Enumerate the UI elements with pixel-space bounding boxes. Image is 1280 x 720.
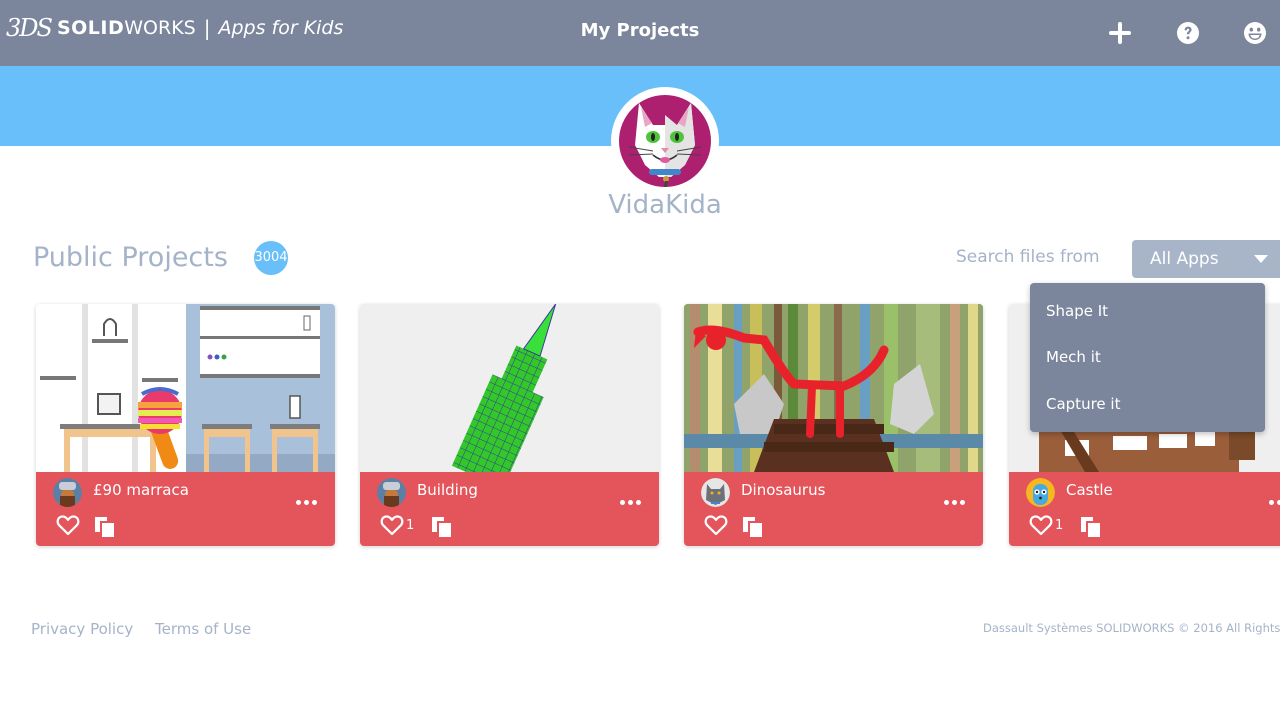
app-filter-dropdown: Shape It Mech it Capture it xyxy=(1030,283,1265,432)
card-footer: Building 1 xyxy=(360,472,659,546)
grey-cat-avatar-icon xyxy=(701,478,730,507)
project-card[interactable]: Building 1 xyxy=(360,304,659,546)
blue-robot-avatar-icon xyxy=(1026,478,1055,507)
heart-icon[interactable] xyxy=(1029,514,1053,536)
more-options-button[interactable] xyxy=(296,500,317,505)
heart-icon[interactable] xyxy=(704,514,728,536)
app-option-capture-it[interactable]: Capture it xyxy=(1046,395,1120,413)
author-avatar[interactable] xyxy=(53,478,82,507)
author-avatar[interactable] xyxy=(701,478,730,507)
more-options-button[interactable] xyxy=(944,500,965,505)
like-count: 1 xyxy=(1055,518,1064,533)
project-thumbnail-maraca[interactable] xyxy=(36,304,335,472)
profile-username: VidaKida xyxy=(608,190,722,220)
white-cat-avatar xyxy=(619,95,711,187)
top-bar: 3DS SOLID WORKS | Apps for Kids My Proje… xyxy=(0,0,1280,66)
app-filter-select[interactable]: All Apps xyxy=(1132,240,1280,278)
author-avatar[interactable] xyxy=(1026,478,1055,507)
like-count: 1 xyxy=(406,518,415,533)
project-count-badge: 3004 xyxy=(254,241,288,275)
copyright-text: Dassault Systèmes SOLIDWORKS © 2016 All … xyxy=(983,621,1280,635)
page-title: My Projects xyxy=(580,20,700,41)
help-circle-icon xyxy=(1177,22,1199,44)
more-options-button[interactable] xyxy=(620,500,641,505)
viking-avatar-icon xyxy=(53,478,82,507)
project-title[interactable]: Building xyxy=(417,481,478,499)
app-option-mech-it[interactable]: Mech it xyxy=(1046,348,1101,366)
copy-icon[interactable] xyxy=(1079,515,1103,539)
project-card[interactable]: Dinosaurus xyxy=(684,304,983,546)
plus-icon xyxy=(1109,22,1131,44)
search-files-label: Search files from xyxy=(956,247,1100,267)
card-footer: Castle 1 xyxy=(1009,472,1280,546)
author-avatar[interactable] xyxy=(377,478,406,507)
profile-button[interactable] xyxy=(1241,19,1269,47)
chevron-down-icon xyxy=(1254,255,1268,263)
project-thumbnail-building[interactable] xyxy=(360,304,659,472)
add-project-button[interactable] xyxy=(1106,19,1134,47)
app-option-shape-it[interactable]: Shape It xyxy=(1046,302,1108,320)
project-title[interactable]: Dinosaurus xyxy=(741,481,825,499)
smiley-icon xyxy=(1244,22,1266,44)
project-title[interactable]: Castle xyxy=(1066,481,1113,499)
project-card[interactable]: £90 marraca xyxy=(36,304,335,546)
card-footer: Dinosaurus xyxy=(684,472,983,546)
app-filter-selected: All Apps xyxy=(1150,249,1219,269)
section-title: Public Projects xyxy=(33,242,228,273)
copy-icon[interactable] xyxy=(93,515,117,539)
card-footer: £90 marraca xyxy=(36,472,335,546)
terms-of-use-link[interactable]: Terms of Use xyxy=(155,620,251,638)
privacy-policy-link[interactable]: Privacy Policy xyxy=(31,620,133,638)
help-button[interactable] xyxy=(1174,19,1202,47)
heart-icon[interactable] xyxy=(56,514,80,536)
project-thumbnail-dinosaurus[interactable] xyxy=(684,304,983,472)
profile-avatar[interactable] xyxy=(611,87,719,195)
heart-icon[interactable] xyxy=(380,514,404,536)
project-title[interactable]: £90 marraca xyxy=(93,481,189,499)
viking-avatar-icon xyxy=(377,478,406,507)
copy-icon[interactable] xyxy=(430,515,454,539)
more-options-button[interactable] xyxy=(1269,500,1280,505)
cat-illustration xyxy=(628,103,702,187)
copy-icon[interactable] xyxy=(741,515,765,539)
